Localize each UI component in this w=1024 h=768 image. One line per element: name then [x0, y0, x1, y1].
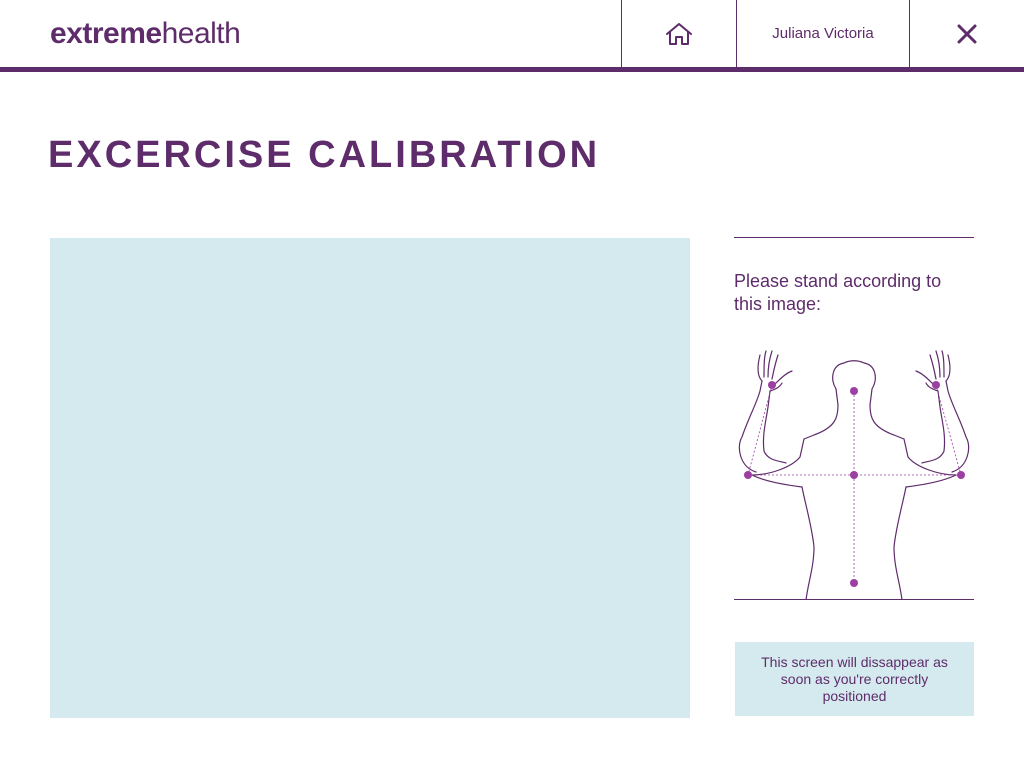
positioning-notice: This screen will dissappear as soon as y…: [735, 642, 974, 716]
close-icon: [957, 24, 977, 43]
user-name-button[interactable]: Juliana Victoria: [736, 0, 909, 67]
app-header: extremehealth Juliana Victoria: [0, 0, 1024, 72]
home-button[interactable]: [621, 0, 736, 67]
joint-left-elbow: [744, 471, 752, 479]
instruction-text: Please stand according to this image:: [734, 271, 942, 314]
joint-chest: [850, 471, 858, 479]
logo-bold-text: extreme: [50, 17, 162, 50]
joint-right-elbow: [957, 471, 965, 479]
joint-pelvis: [850, 579, 858, 587]
home-icon: [666, 22, 692, 45]
page-title: EXCERCISE CALIBRATION: [48, 134, 601, 176]
joint-head: [850, 387, 858, 395]
app-logo[interactable]: extremehealth: [50, 17, 241, 51]
divider-top: [734, 237, 974, 238]
logo-light-text: health: [161, 17, 241, 50]
joint-right-hand: [932, 381, 940, 389]
body-pose-figure: [738, 350, 970, 600]
joint-left-hand: [768, 381, 776, 389]
camera-feed-area: [50, 238, 690, 718]
divider-bottom: [734, 599, 974, 600]
close-button[interactable]: [909, 0, 1024, 67]
